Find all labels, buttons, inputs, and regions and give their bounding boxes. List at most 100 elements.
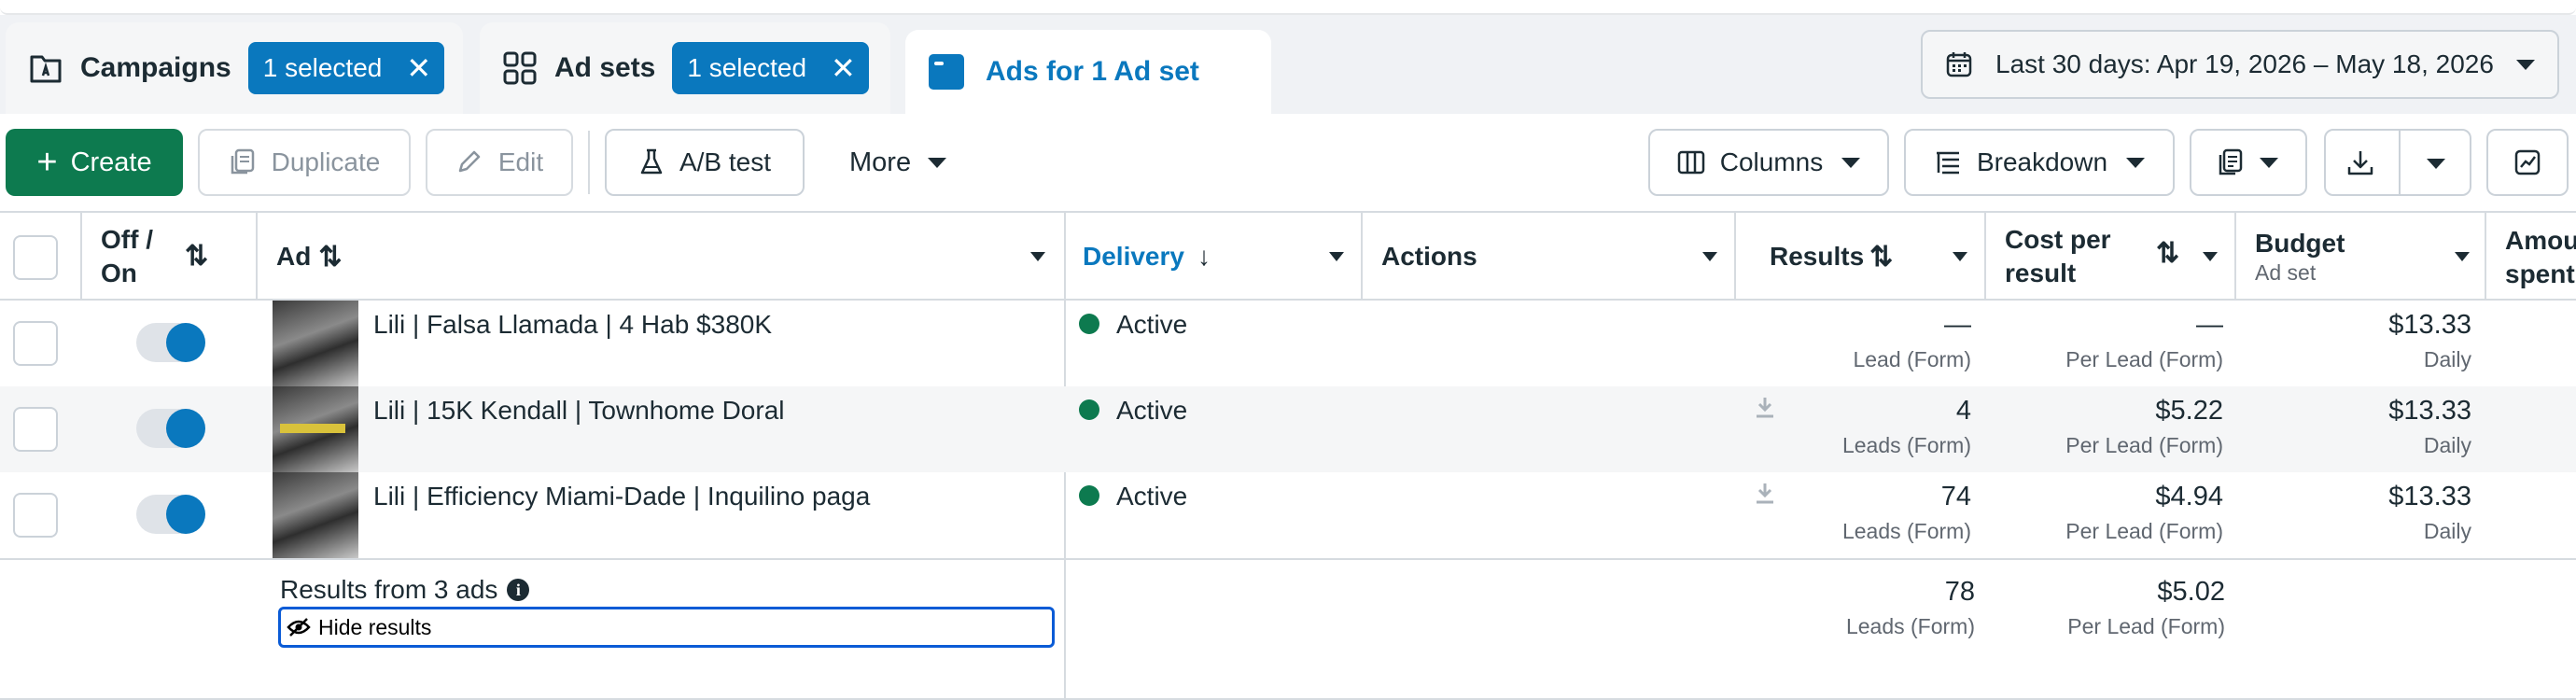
chevron-down-icon[interactable] [1953,252,1967,261]
sort-icon: ⇅ [185,241,209,272]
column-cost-per-result[interactable]: Cost per result [2005,213,2154,301]
create-button[interactable]: + Create [6,129,183,196]
ad-name-link[interactable]: Lili | Falsa Llamada | 4 Hab $380K [373,310,772,340]
toolbar-divider [588,131,590,194]
ad-name-link[interactable]: Lili | 15K Kendall | Townhome Doral [373,396,785,426]
summary-results-value: 78 [1944,577,1975,607]
cost-value: $5.22 [2155,396,2223,426]
chevron-down-icon[interactable] [1702,252,1717,261]
column-results-label: Results [1770,242,1865,271]
status-dot [1079,485,1099,506]
tab-campaigns-label: Campaigns [80,52,231,83]
ad-thumbnail[interactable] [273,301,358,386]
columns-label: Columns [1719,147,1824,176]
top-strip [0,0,2576,15]
summary-cost-value: $5.02 [2157,577,2225,607]
summary-row-title: Results from 3 ads i [280,575,530,605]
duplicate-button[interactable]: Duplicate [198,129,411,196]
chevron-down-icon [2516,59,2535,70]
tab-adsets-label: Ad sets [554,52,656,83]
budget-value: $13.33 [2388,482,2471,511]
table-header: Off / On ⇅ Ad ⇅ Delivery ↓ Actions Resul… [0,211,2576,301]
columns-icon [1677,150,1705,175]
status-dot [1079,399,1099,420]
ads-table: Off / On ⇅ Ad ⇅ Delivery ↓ Actions Resul… [0,211,2576,700]
breakdown-button[interactable]: Breakdown [1904,129,2175,196]
results-value: 74 [1940,482,1971,511]
column-results[interactable]: Results ⇅ [1770,213,1893,301]
campaigns-selected-badge[interactable]: 1 selected ✕ [247,42,445,94]
breakdown-icon [1934,149,1962,175]
toggle-knob [166,495,205,534]
row-checkbox[interactable] [13,407,58,452]
more-menu[interactable]: More [849,129,947,196]
ad-toggle[interactable] [136,409,205,448]
download-icon [2346,148,2374,176]
thumbnail-caption [280,424,345,433]
close-icon[interactable]: ✕ [406,53,431,83]
adsets-selected-badge[interactable]: 1 selected ✕ [672,42,869,94]
column-amount-spent[interactable]: Amount spent [2505,213,2576,301]
eye-slash-icon [287,618,311,637]
campaigns-icon [28,51,63,85]
column-amount-spent-label: Amount spent [2505,226,2576,288]
budget-label: Daily [2423,519,2471,543]
ad-thumbnail[interactable] [273,472,358,558]
row-checkbox[interactable] [13,321,58,366]
ad-toggle[interactable] [136,495,205,534]
column-divider [256,213,258,301]
select-all-checkbox[interactable] [13,235,58,280]
edit-button[interactable]: Edit [426,129,573,196]
plus-icon: + [36,143,58,182]
row-checkbox[interactable] [13,493,58,538]
download-icon[interactable] [1755,482,1775,506]
cost-value: $4.94 [2155,482,2223,511]
chevron-down-icon[interactable] [1329,252,1344,261]
adsets-selected-label: 1 selected [687,53,807,82]
charts-button[interactable] [2486,129,2569,196]
hide-results-button[interactable]: Hide results [278,607,1055,648]
tab-campaigns[interactable]: Campaigns 1 selected ✕ [6,22,463,114]
ad-toggle[interactable] [136,323,205,362]
ab-test-button[interactable]: A/B test [605,129,805,196]
column-off-on[interactable]: Off / On ⇅ [101,213,241,301]
table-row[interactable]: Lili | Efficiency Miami-Dade | Inquilino… [0,472,2576,558]
ad-thumbnail[interactable] [273,386,358,472]
tab-ads[interactable]: Ads for 1 Ad set [905,30,1271,114]
tab-adsets[interactable]: Ad sets 1 selected ✕ [480,22,890,114]
delivery-status: Active [1116,482,1188,511]
chevron-down-icon[interactable] [2455,252,2470,261]
create-label: Create [70,147,152,177]
column-delivery[interactable]: Delivery ↓ [1083,213,1211,301]
columns-button[interactable]: Columns [1648,129,1889,196]
column-budget-sub: Ad set [2255,259,2317,285]
date-range-picker[interactable]: Last 30 days: Apr 19, 2026 – May 18, 202… [1921,30,2559,99]
chevron-down-icon[interactable] [2203,252,2218,261]
table-row[interactable]: Lili | 15K Kendall | Townhome Doral Acti… [0,386,2576,472]
column-ad[interactable]: Ad ⇅ [276,213,1042,301]
column-budget-label: Budget [2255,228,2345,258]
sort-icon[interactable]: ⇅ [2156,237,2179,270]
results-label: Leads (Form) [1841,519,1971,543]
tab-ads-label: Ads for 1 Ad set [986,56,1199,87]
status-dot [1079,314,1099,334]
table-row[interactable]: Lili | Falsa Llamada | 4 Hab $380K Activ… [0,301,2576,386]
close-icon[interactable]: ✕ [831,53,856,83]
column-budget[interactable]: Budget Ad set [2255,213,2345,301]
chevron-down-icon[interactable] [1030,252,1045,261]
reports-button[interactable] [2190,129,2307,196]
export-button[interactable] [2324,129,2471,196]
column-cost-label: Cost per result [2005,225,2111,287]
chart-icon [2513,148,2541,176]
calendar-icon [1945,50,1973,78]
results-label: Leads (Form) [1841,433,1971,457]
column-actions[interactable]: Actions [1381,213,1477,301]
duplicate-icon [229,148,255,176]
sort-icon: ⇅ [1869,241,1894,273]
download-icon[interactable] [1755,396,1775,420]
duplicate-label: Duplicate [271,147,381,176]
ad-name-link[interactable]: Lili | Efficiency Miami-Dade | Inquilino… [373,482,870,511]
column-actions-label: Actions [1381,242,1477,271]
info-icon[interactable]: i [507,579,530,601]
edit-label: Edit [497,147,544,176]
